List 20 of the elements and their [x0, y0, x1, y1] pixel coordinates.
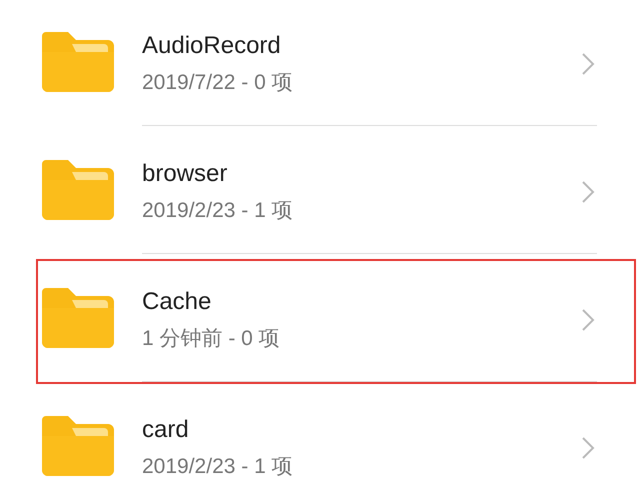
chevron-right-icon	[581, 52, 595, 76]
folder-name: Cache	[142, 288, 212, 316]
folder-icon	[42, 32, 114, 92]
folder-icon	[42, 416, 114, 476]
chevron-right-icon	[581, 180, 595, 204]
folder-details: 1 分钟前 - 0 项	[142, 326, 281, 352]
folder-name: AudioRecord	[142, 32, 282, 60]
folder-details: 2019/7/22 - 0 项	[142, 70, 294, 96]
folder-icon	[42, 160, 114, 220]
folder-icon	[42, 288, 114, 348]
folder-row[interactable]: browser 2019/2/23 - 1 项	[0, 128, 640, 256]
folder-row[interactable]: card 2019/2/23 - 1 项	[0, 384, 640, 500]
folder-details: 2019/2/23 - 1 项	[142, 454, 294, 480]
folder-row[interactable]: AudioRecord 2019/7/22 - 0 项	[0, 0, 640, 128]
chevron-right-icon	[581, 436, 595, 460]
folder-name: browser	[142, 160, 228, 188]
folder-name: card	[142, 416, 190, 444]
folder-row[interactable]: Cache 1 分钟前 - 0 项	[0, 256, 640, 384]
chevron-right-icon	[581, 308, 595, 332]
folder-details: 2019/2/23 - 1 项	[142, 198, 294, 224]
